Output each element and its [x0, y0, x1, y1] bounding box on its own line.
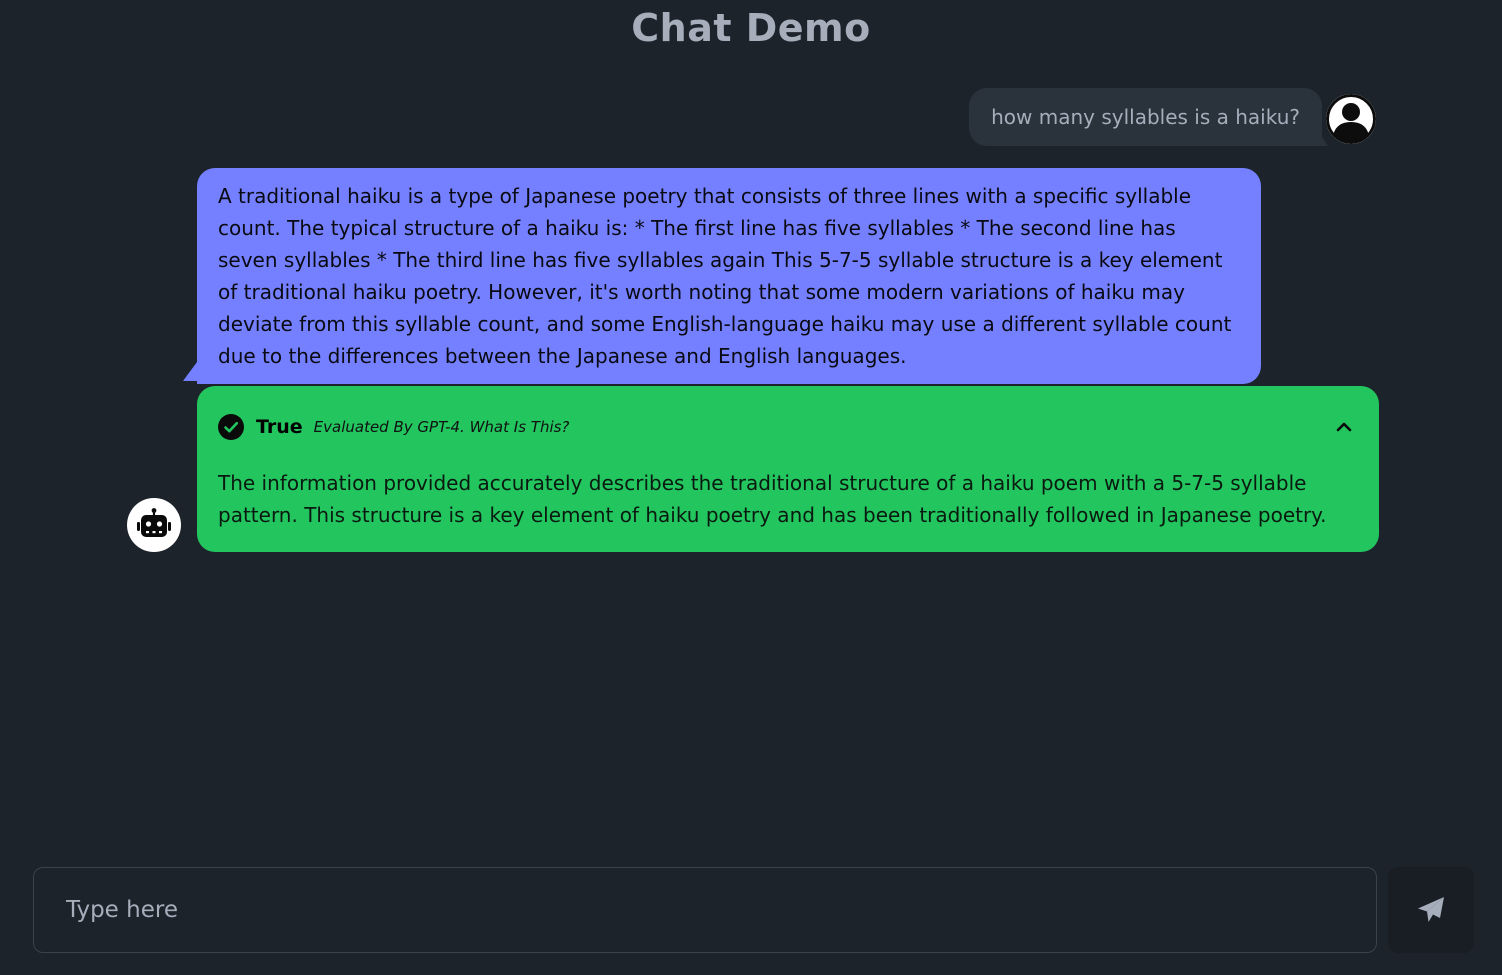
evaluated-by-link[interactable]: Evaluated By GPT-4. What Is This?: [314, 418, 570, 436]
assistant-message-text: A traditional haiku is a type of Japanes…: [218, 184, 1232, 368]
evaluation-header[interactable]: True Evaluated By GPT-4. What Is This?: [218, 413, 1358, 441]
chat-input-container: [33, 867, 1377, 953]
chevron-up-icon[interactable]: [1334, 417, 1354, 437]
evaluation-explanation: The information provided accurately desc…: [218, 471, 1327, 527]
check-circle-icon: [218, 414, 244, 440]
paper-plane-icon: [1418, 897, 1444, 922]
page-title: Chat Demo: [631, 6, 871, 50]
user-message-text: how many syllables is a haiku?: [991, 105, 1300, 129]
chat-input[interactable]: [34, 868, 1376, 952]
evaluation-verdict: True: [256, 416, 303, 438]
send-button[interactable]: [1388, 867, 1474, 953]
user-message-bubble: how many syllables is a haiku?: [969, 88, 1322, 146]
assistant-message-bubble: A traditional haiku is a type of Japanes…: [197, 168, 1261, 384]
user-avatar-icon: [1326, 94, 1376, 144]
evaluation-card: True Evaluated By GPT-4. What Is This? T…: [197, 386, 1379, 552]
chat-app: Chat Demo how many syllables is a haiku?…: [0, 0, 1502, 975]
assistant-bubble-tail: [183, 362, 197, 381]
robot-icon: [127, 498, 181, 552]
